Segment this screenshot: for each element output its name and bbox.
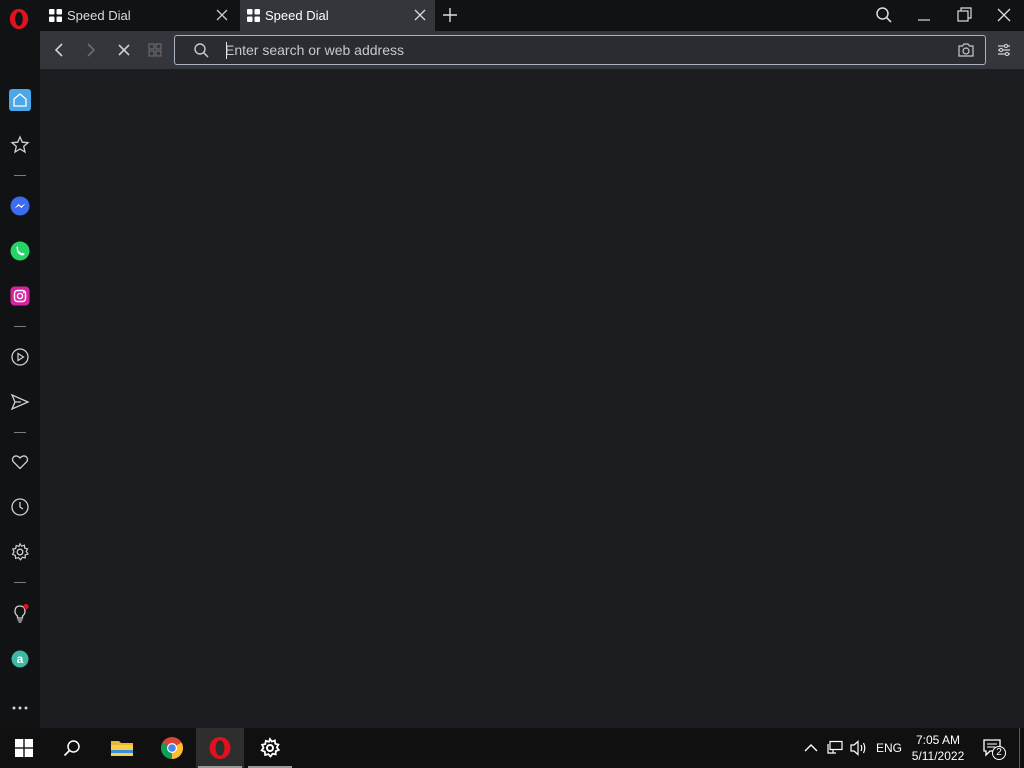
tab-snapshot-grid-icon[interactable] [145,40,165,60]
taskbar-file-explorer[interactable] [98,728,146,768]
input-language-indicator[interactable]: ENG [876,741,902,755]
send-icon [10,393,30,411]
sidebar: a [0,31,40,728]
sidebar-item-features[interactable] [9,603,31,625]
messenger-icon [10,196,30,216]
search-icon [194,43,209,58]
new-tab-plus-icon[interactable] [441,6,459,24]
heart-icon [11,455,29,470]
tab-speed-dial-1[interactable]: Speed Dial [42,0,237,31]
back-icon[interactable] [49,40,69,60]
aria-icon: a [11,650,29,668]
close-window-icon[interactable] [994,5,1014,25]
opera-icon [209,737,231,759]
more-icon [12,706,28,710]
sidebar-divider [14,175,26,176]
sidebar-item-pinboards[interactable] [9,451,31,473]
sidebar-item-home[interactable] [9,89,31,111]
windows-taskbar: ENG 7:05 AM 5/11/2022 2 [0,728,1024,768]
settings-gear-icon [260,737,281,758]
taskbar-clock[interactable]: 7:05 AM 5/11/2022 [906,732,970,764]
instagram-icon [10,286,30,306]
sidebar-item-history[interactable] [9,496,31,518]
sidebar-divider [14,582,26,583]
home-icon [9,89,31,111]
clock-date: 5/11/2022 [911,749,965,763]
history-icon [11,498,29,516]
speed-dial-icon [247,9,260,22]
tab-speed-dial-2[interactable]: Speed Dial [240,0,435,31]
tab-label: Speed Dial [67,8,131,23]
chrome-icon [161,737,183,759]
sidebar-divider [14,432,26,433]
search-icon [63,740,80,757]
text-caret [226,42,227,59]
sidebar-item-whatsapp[interactable] [9,240,31,262]
file-explorer-icon [111,741,133,756]
volume-icon[interactable] [849,739,869,757]
close-tab-icon[interactable] [215,8,229,22]
tab-search-icon[interactable] [874,5,894,25]
tab-strip: Speed Dial Speed Dial [0,0,1024,31]
stop-loading-icon[interactable] [114,40,134,60]
start-button[interactable] [0,728,48,768]
sidebar-item-messenger[interactable] [9,195,31,217]
windows-start-icon [15,739,33,757]
minimize-icon[interactable] [914,5,934,25]
opera-menu-icon[interactable] [8,7,30,31]
sidebar-item-more[interactable] [9,697,31,719]
show-desktop-button[interactable] [1019,728,1024,768]
star-icon [10,135,30,154]
address-input[interactable] [225,39,925,61]
forward-icon[interactable] [81,40,101,60]
sidebar-item-player[interactable] [9,346,31,368]
notification-count-badge: 2 [992,746,1006,760]
show-hidden-icons-chevron-up-icon[interactable] [803,741,819,755]
taskbar-settings[interactable] [246,728,294,768]
sidebar-item-my-flow[interactable] [9,391,31,413]
address-bar[interactable] [174,35,986,65]
network-icon[interactable] [826,740,844,756]
close-tab-icon[interactable] [413,8,427,22]
navigation-bar [40,31,1024,69]
sidebar-item-instagram[interactable] [9,285,31,307]
restore-icon[interactable] [954,5,974,25]
easy-setup-icon[interactable] [995,41,1013,59]
action-center-button[interactable]: 2 [982,738,1006,760]
page-content-area [40,69,1024,728]
camera-snapshot-icon[interactable] [957,42,975,58]
tab-label: Speed Dial [265,8,329,23]
svg-text:a: a [17,652,24,666]
speed-dial-icon [49,9,62,22]
lightbulb-icon [14,603,29,623]
whatsapp-icon [10,241,30,261]
sidebar-item-aria[interactable]: a [9,648,31,670]
sidebar-divider [14,326,26,327]
settings-icon [11,542,29,561]
taskbar-chrome[interactable] [148,728,196,768]
sidebar-item-settings[interactable] [9,541,31,563]
taskbar-opera[interactable] [196,728,244,768]
clock-time: 7:05 AM [915,733,961,747]
sidebar-item-bookmarks[interactable] [9,134,31,156]
player-icon [11,348,29,366]
taskbar-search-button[interactable] [48,728,96,768]
